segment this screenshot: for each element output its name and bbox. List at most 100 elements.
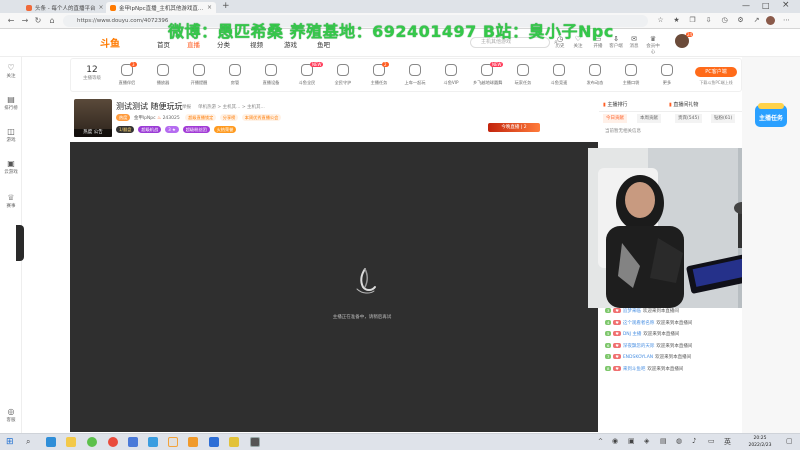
obs-icon[interactable] xyxy=(250,437,260,447)
chat-username[interactable]: 来到斗鱼吧 xyxy=(623,367,646,372)
extension-icon[interactable]: ☆ xyxy=(656,16,665,25)
tray-app-icon[interactable]: ▤ xyxy=(660,437,667,445)
windows-start-icon[interactable]: ⊞ xyxy=(6,437,14,447)
toolbar-tool[interactable]: NEW 乡飞越地球圆舞 xyxy=(473,62,504,86)
downloads-icon[interactable]: ⇩ xyxy=(704,16,713,25)
app-icon[interactable] xyxy=(209,437,219,447)
toolbar-tool[interactable]: 播放器 xyxy=(149,64,177,86)
toolbar-tool[interactable]: 玩家任务 xyxy=(509,64,537,86)
toolbar-tool[interactable]: NEW 斗鱼全民 xyxy=(293,62,324,86)
app-icon[interactable] xyxy=(87,437,97,447)
toolbar-tool[interactable]: 全民守护 xyxy=(329,64,357,86)
messages-button[interactable]: ✉ 消息 xyxy=(626,35,642,49)
toolbar-tool[interactable]: 2 主播任务 xyxy=(365,62,393,86)
fan-chip[interactable]: 3 ★ xyxy=(165,126,179,133)
close-icon[interactable]: × xyxy=(98,4,103,11)
tray-app-icon[interactable]: ◉ xyxy=(612,437,618,445)
toolbar-tool[interactable]: 开播提醒 xyxy=(185,64,213,86)
settings-icon[interactable]: ⚙ xyxy=(736,16,745,25)
history-icon[interactable]: ◷ xyxy=(720,16,729,25)
weibo-icon[interactable] xyxy=(108,437,118,447)
browser-tab[interactable]: 头条 - 每个人的直播平台 × xyxy=(22,2,104,13)
minimize-icon[interactable]: — xyxy=(742,1,750,10)
report-link[interactable]: 举报 xyxy=(182,104,191,110)
toolbar-tool[interactable]: 斗鱼竞速 xyxy=(545,64,573,86)
share-icon[interactable]: ↗ xyxy=(752,16,761,25)
tool-badge: 2 xyxy=(382,62,389,67)
tag-chip[interactable]: 本周优秀直播公会 xyxy=(241,114,282,121)
sidebar-item-game[interactable]: ◫ 游戏 xyxy=(0,127,22,143)
tray-app-icon[interactable]: ▣ xyxy=(628,437,635,445)
chat-username[interactable]: 这个观看者名称 xyxy=(623,321,655,326)
more-icon[interactable]: ⋯ xyxy=(782,16,791,25)
search-icon[interactable]: ⌕ xyxy=(26,437,30,447)
network-icon[interactable]: ◍ xyxy=(676,437,682,445)
tag-chip[interactable]: 超级直播锁定 xyxy=(185,114,217,121)
fan-chip[interactable]: 1/翻盘 xyxy=(116,126,135,133)
sidebar-item-cloud-game[interactable]: ▣ 云游戏 xyxy=(0,159,22,175)
pc-client-button[interactable]: PC客户端 xyxy=(695,67,737,77)
chat-username[interactable]: DNJ 主播 xyxy=(623,332,642,337)
maximize-icon[interactable]: □ xyxy=(762,1,770,10)
toolbar-tool[interactable]: 更多 xyxy=(653,64,681,86)
back-icon[interactable]: ← xyxy=(6,16,16,26)
browser-tab-active[interactable]: 金甲lpNpc直播_主机其他游戏直... × xyxy=(106,2,216,13)
file-explorer-icon[interactable] xyxy=(66,437,76,447)
chat-username[interactable]: 深夜飘忽的天际 xyxy=(623,344,655,349)
sidebar-item-support[interactable]: ◎ 客服 xyxy=(0,407,22,423)
battery-icon[interactable]: ▭ xyxy=(708,437,715,445)
new-tab-icon[interactable]: + xyxy=(222,1,230,11)
toolbar-tool[interactable]: 主播口袋 xyxy=(617,64,645,86)
chat-message: 7 ♥ ENDSKOYLAN 欢迎来到本直播间 xyxy=(605,354,741,360)
forward-icon[interactable]: → xyxy=(20,16,30,26)
app-icon[interactable] xyxy=(148,437,158,447)
fan-chip[interactable]: 超级机战 xyxy=(138,126,162,133)
toolbar-tool[interactable]: 发布动态 xyxy=(581,64,609,86)
anchor-level[interactable]: 12 主播等级 xyxy=(77,65,107,81)
window-close-icon[interactable]: × xyxy=(782,0,790,10)
tab-vip[interactable]: 贵宾(545) xyxy=(675,114,703,123)
system-clock[interactable]: 20:25 2022/2/23 xyxy=(738,435,782,449)
sidebar-item-events[interactable]: ♕ 赛事 xyxy=(0,193,22,209)
douyu-logo[interactable]: 斗鱼 xyxy=(100,35,120,50)
sidebar-item-rank[interactable]: ▤ 排行榜 xyxy=(0,95,22,111)
video-player[interactable]: 主播正在准备中，请稍后再试 xyxy=(70,142,598,432)
volume-icon[interactable]: ♪ xyxy=(692,437,696,445)
mission-badge[interactable]: 主播任务 xyxy=(754,101,788,131)
app-icon[interactable] xyxy=(128,437,138,447)
fan-chip[interactable]: 火热荣誉 xyxy=(213,126,237,133)
reload-icon[interactable]: ↻ xyxy=(33,16,43,26)
app-icon[interactable] xyxy=(229,437,239,447)
edge-icon[interactable] xyxy=(46,437,56,447)
toolbar-tool[interactable]: 3 直播伴侣 xyxy=(113,62,141,86)
tab-week[interactable]: 本周贡献 xyxy=(637,114,661,123)
toolbar-tool[interactable]: 直播设备 xyxy=(257,64,285,86)
toolbar-tool[interactable]: 斗鱼VIP xyxy=(437,64,465,86)
close-icon[interactable]: × xyxy=(207,4,212,11)
event-banner[interactable]: 今晚直播 | 2 xyxy=(488,123,540,132)
toolbar-tool[interactable]: 房管 xyxy=(221,64,249,86)
sidebar-item-follow[interactable]: ♡ 关注 xyxy=(0,63,22,79)
streamer-name[interactable]: 金甲lpNpc xyxy=(134,116,156,121)
ime-icon[interactable]: 英 xyxy=(724,437,731,447)
category-breadcrumb[interactable]: 单机热游 > 主机其... > 主机其... xyxy=(198,104,265,110)
notification-icon[interactable]: ▢ xyxy=(786,437,793,445)
collections-icon[interactable]: ❐ xyxy=(688,16,697,25)
douyu-app-icon[interactable] xyxy=(188,437,198,447)
favorites-icon[interactable]: ★ xyxy=(672,16,681,25)
gift-title[interactable]: ▮ 直播间礼物 xyxy=(669,101,698,108)
chat-username[interactable]: 追梦来临 xyxy=(623,309,641,314)
tab-today[interactable]: 今日贡献 xyxy=(603,114,627,123)
tab-diamond[interactable]: 钻粉(61) xyxy=(711,114,736,123)
toolbar-tool[interactable]: 上车一起玩 xyxy=(401,64,429,86)
tray-chevron-icon[interactable]: ^ xyxy=(598,438,603,445)
chat-username[interactable]: ENDSKOYLAN xyxy=(623,355,653,360)
tray-app-icon[interactable]: ◈ xyxy=(644,437,649,445)
tag-chip[interactable]: 分享榜 xyxy=(219,114,239,121)
home-icon[interactable]: ⌂ xyxy=(47,16,57,26)
google-icon[interactable] xyxy=(168,437,178,447)
sidebar-collapse-handle[interactable] xyxy=(16,225,24,261)
profile-avatar[interactable] xyxy=(766,16,775,25)
fan-chip[interactable]: 超级粉丝团 xyxy=(182,126,210,133)
member-button[interactable]: ♛ 会员中心 xyxy=(645,35,661,55)
